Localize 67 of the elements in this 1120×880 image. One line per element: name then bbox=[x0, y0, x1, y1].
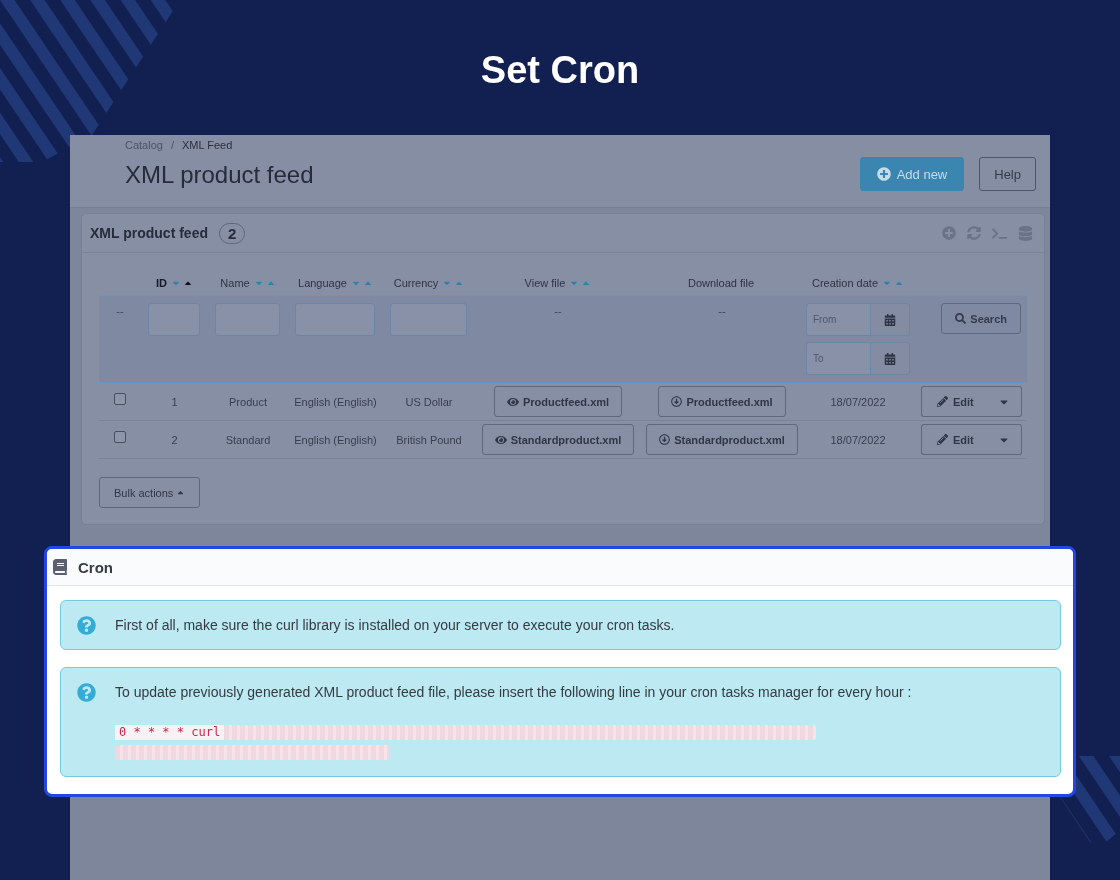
help-icon bbox=[77, 683, 96, 702]
refresh-icon[interactable] bbox=[967, 226, 981, 240]
panel-title: XML product feed bbox=[90, 225, 208, 241]
row-checkbox[interactable] bbox=[114, 392, 126, 405]
view-file-button[interactable]: Productfeed.xml bbox=[493, 386, 623, 417]
table-cell: British Pound bbox=[396, 433, 462, 446]
column-header: Name bbox=[220, 276, 250, 289]
add-new-button[interactable]: Add new bbox=[859, 157, 965, 191]
help-button[interactable]: Help bbox=[979, 157, 1036, 191]
breadcrumb-link[interactable]: Catalog bbox=[125, 138, 163, 152]
filter-input[interactable] bbox=[390, 303, 467, 336]
row-checkbox[interactable] bbox=[114, 430, 126, 443]
download-file-button[interactable]: Standardproduct.xml bbox=[646, 424, 798, 455]
column-header: Download file bbox=[687, 276, 754, 289]
add-icon[interactable] bbox=[942, 226, 956, 240]
eye-icon bbox=[494, 433, 507, 446]
pencil-icon bbox=[937, 396, 948, 407]
help-icon bbox=[77, 616, 96, 635]
column-header: ID bbox=[156, 276, 167, 289]
view-file-button[interactable]: Standardproduct.xml bbox=[481, 424, 635, 455]
search-icon bbox=[955, 313, 967, 324]
dropdown-button[interactable] bbox=[986, 386, 1022, 417]
pencil-icon bbox=[937, 434, 948, 445]
calendar-icon bbox=[884, 352, 896, 365]
table-cell: English (English) bbox=[294, 433, 377, 446]
info-text: First of all, make sure the curl library is installed on your server to execute your cron tasks. bbox=[115, 616, 675, 635]
caret-up-icon bbox=[176, 488, 186, 497]
empty-filter-dash: -- bbox=[554, 304, 562, 319]
edit-button[interactable]: Edit bbox=[921, 386, 986, 417]
info-text: To update previously generated XML product feed file, please insert the following line in your cron tasks manager for every hour : bbox=[115, 683, 912, 702]
filter-input[interactable] bbox=[215, 303, 280, 336]
download-file-button[interactable]: Productfeed.xml bbox=[658, 386, 786, 417]
empty-filter-dash: -- bbox=[116, 304, 124, 319]
table-cell: 2 bbox=[171, 433, 178, 446]
search-button[interactable]: Search bbox=[941, 303, 1021, 334]
table-cell: Product bbox=[229, 395, 267, 408]
dropdown-button[interactable] bbox=[986, 424, 1022, 455]
empty-filter-dash: -- bbox=[718, 304, 726, 319]
page-heading: XML product feed bbox=[125, 160, 314, 190]
column-header: Creation date bbox=[811, 276, 878, 289]
column-header: View file bbox=[524, 276, 566, 289]
banner-title: Set Cron bbox=[480, 48, 640, 92]
calendar-icon bbox=[884, 313, 896, 326]
column-header: Currency bbox=[393, 276, 439, 289]
database-icon[interactable] bbox=[1018, 225, 1033, 241]
table-cell: 1 bbox=[171, 395, 178, 408]
eye-icon bbox=[506, 395, 519, 408]
cron-title: Cron bbox=[78, 558, 113, 576]
table-cell: English (English) bbox=[294, 395, 377, 408]
breadcrumb-current: XML Feed bbox=[182, 138, 233, 152]
filter-input[interactable] bbox=[295, 303, 375, 336]
breadcrumb-separator: / bbox=[170, 138, 174, 152]
calendar-button[interactable] bbox=[871, 303, 910, 336]
filter-input[interactable] bbox=[148, 303, 200, 336]
table-cell: US Dollar bbox=[405, 395, 453, 408]
edit-button[interactable]: Edit bbox=[921, 424, 986, 455]
date-input[interactable]: From bbox=[806, 303, 871, 336]
download-icon bbox=[659, 434, 671, 445]
command-text: 0 * * * * curl bbox=[115, 724, 225, 740]
column-header: Language bbox=[298, 276, 347, 289]
table-cell: Standard bbox=[225, 433, 271, 446]
download-icon bbox=[671, 396, 683, 407]
table-cell: 18/07/2022 bbox=[830, 433, 886, 446]
book-icon bbox=[52, 559, 68, 575]
bulk-actions-button[interactable]: Bulk actions bbox=[99, 477, 201, 508]
table-cell: 18/07/2022 bbox=[830, 395, 886, 408]
calendar-button[interactable] bbox=[871, 342, 910, 375]
